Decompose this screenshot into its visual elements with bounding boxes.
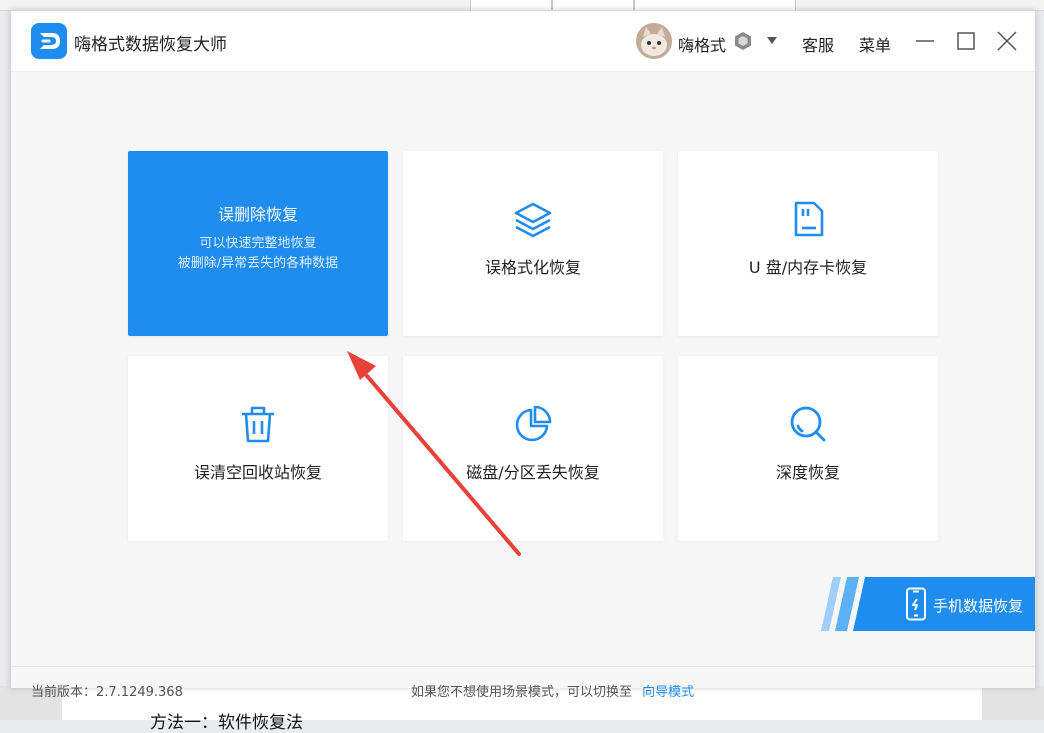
app-window: 嗨格式数据恢复大师 嗨格式 客服 菜单 误删除恢复 可以快速完整地恢复 被删除/… [10, 10, 1036, 700]
status-bar: 当前版本：2.7.1249.368 如果您不想使用场景模式，可以切换至 向导模式 [11, 666, 1035, 700]
card-deep-recovery[interactable]: 深度恢复 [678, 356, 938, 541]
vip-badge-icon [733, 31, 753, 51]
phone-icon [905, 587, 927, 621]
mobile-recovery-label: 手机数据恢复 [933, 597, 1024, 615]
card-description-line1: 可以快速完整地恢复 [199, 236, 317, 251]
customer-service-link[interactable]: 客服 [802, 32, 834, 56]
card-usb-sd-recovery[interactable]: U 盘/内存卡恢复 [678, 151, 938, 336]
app-logo-icon [31, 23, 67, 59]
search-icon [788, 404, 828, 444]
card-label: 深度恢复 [775, 463, 840, 482]
trash-icon [238, 404, 278, 444]
avatar[interactable] [636, 23, 672, 59]
card-label: 误清空回收站恢复 [193, 463, 322, 482]
card-recycle-bin-recovery[interactable]: 误清空回收站恢复 [128, 356, 388, 541]
maximize-button[interactable] [954, 29, 978, 53]
card-label: 误删除恢复 [217, 205, 298, 224]
close-button[interactable] [995, 29, 1019, 53]
card-label: 磁盘/分区丢失恢复 [466, 463, 600, 482]
card-label: U 盘/内存卡恢复 [748, 258, 868, 277]
pie-chart-icon [513, 404, 553, 444]
user-name[interactable]: 嗨格式 [678, 32, 726, 56]
card-format-recovery[interactable]: 误格式化恢复 [403, 151, 663, 336]
user-dropdown-icon[interactable] [767, 37, 777, 44]
card-label: 误格式化恢复 [484, 258, 581, 277]
mode-hint-text: 如果您不想使用场景模式，可以切换至 [411, 685, 633, 700]
background-document-text: 方法一：软件恢复法 [150, 713, 303, 733]
minimize-button[interactable] [913, 29, 937, 53]
sd-card-icon [788, 199, 828, 239]
title-bar: 嗨格式数据恢复大师 嗨格式 客服 菜单 [11, 11, 1035, 72]
menu-link[interactable]: 菜单 [859, 32, 891, 56]
card-delete-recovery[interactable]: 误删除恢复 可以快速完整地恢复 被删除/异常丢失的各种数据 [128, 151, 388, 336]
version-text: 当前版本：2.7.1249.368 [31, 685, 183, 700]
app-title: 嗨格式数据恢复大师 [74, 35, 227, 55]
guide-mode-link[interactable]: 向导模式 [642, 685, 694, 700]
mobile-recovery-banner[interactable]: 手机数据恢复 [821, 577, 1035, 631]
card-partition-recovery[interactable]: 磁盘/分区丢失恢复 [403, 356, 663, 541]
mode-hint: 如果您不想使用场景模式，可以切换至 向导模式 [411, 681, 694, 700]
layers-icon [513, 199, 553, 239]
card-description-line2: 被删除/异常丢失的各种数据 [177, 256, 339, 271]
